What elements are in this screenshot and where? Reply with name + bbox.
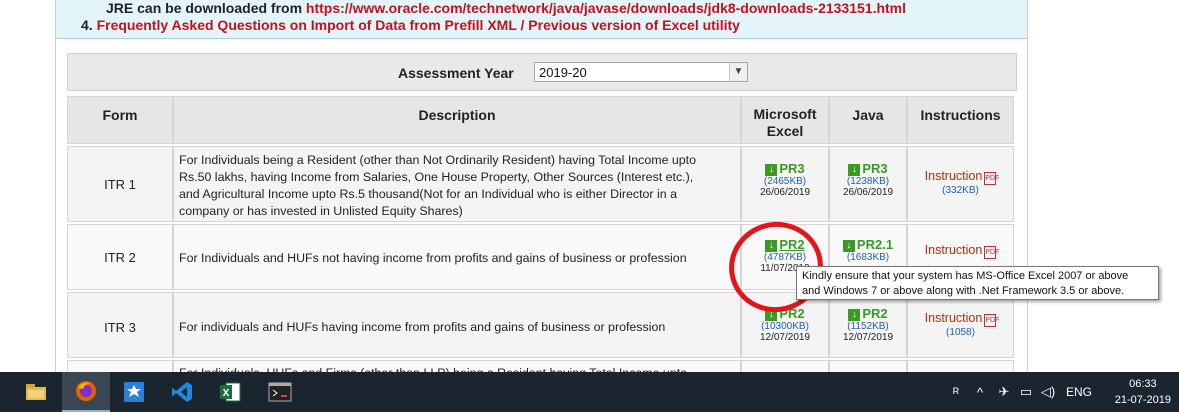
row-itr2-form: ITR 2 xyxy=(67,224,173,290)
itr3-excel-date: 12/07/2019 xyxy=(759,332,811,343)
airplane-icon[interactable]: ✈ xyxy=(993,384,1015,400)
system-tray: ᴿ ^ ✈ ▭ ◁) ENG xyxy=(945,372,1099,412)
row-itr1-instr-cell: Instruction PDF (332KB) xyxy=(907,146,1014,222)
header-instructions: Instructions xyxy=(907,96,1014,144)
command-prompt-icon[interactable] xyxy=(256,372,304,412)
itr1-instruction-link[interactable]: Instruction xyxy=(925,169,983,183)
row-itr3-java-cell: ↓ PR2 (1152KB) 12/07/2019 xyxy=(829,292,907,358)
itr2-java-download[interactable]: ↓ PR2.1 (1683KB) xyxy=(830,237,906,263)
itr1-excel-date: 26/06/2019 xyxy=(759,187,811,198)
jre-download-link[interactable]: https://www.oracle.com/technetwork/java/… xyxy=(306,0,906,16)
header-description: Description xyxy=(173,96,741,144)
tooltip-line1: Kindly ensure that your system has MS-Of… xyxy=(802,270,1129,282)
itr1-excel-size: (2465KB) xyxy=(763,176,807,187)
itr3-instruction-size: (1058) xyxy=(946,327,975,338)
pdf-icon: PDF xyxy=(984,246,999,259)
header-excel-line2: Excel xyxy=(766,123,804,139)
desc-line: company or has invested in Unlisted Equi… xyxy=(179,204,463,218)
header-java: Java xyxy=(829,96,907,144)
desc-line: Rs.50 lakhs, having Income from Salaries… xyxy=(179,170,694,184)
itr3-instruction-link[interactable]: Instruction xyxy=(925,311,983,325)
itr1-java-date: 26/06/2019 xyxy=(842,187,894,198)
header-excel: Microsoft Excel xyxy=(741,96,829,144)
itr3-instruction[interactable]: Instruction PDF (1058) xyxy=(908,311,1013,338)
clock-time: 06:33 xyxy=(1129,378,1157,390)
itr3-java-date: 12/07/2019 xyxy=(842,332,894,343)
assessment-year-panel: Assessment Year 2019-20 ▼ xyxy=(67,53,1017,91)
itr1-java-size: (1238KB) xyxy=(846,176,890,187)
desc-line: For Individuals being a Resident (other … xyxy=(179,153,697,167)
row-itr3-description: For individuals and HUFs having income f… xyxy=(173,292,741,358)
itr2-java-size: (1683KB) xyxy=(846,252,890,263)
download-icon: ↓ xyxy=(842,240,855,252)
row-itr3-form: ITR 3 xyxy=(67,292,173,358)
excel-icon[interactable]: X xyxy=(206,372,254,412)
form-name: ITR 3 xyxy=(104,320,136,335)
itr1-instruction[interactable]: Instruction PDF (332KB) xyxy=(908,169,1013,196)
volume-icon[interactable]: ◁) xyxy=(1037,384,1059,400)
form-name: ITR 2 xyxy=(104,250,136,265)
faq-link[interactable]: Frequently Asked Questions on Import of … xyxy=(97,17,740,33)
header-description-label: Description xyxy=(418,107,496,123)
people-icon[interactable]: ᴿ xyxy=(945,385,967,400)
header-instructions-label: Instructions xyxy=(920,107,1001,123)
jre-text: JRE can be downloaded from xyxy=(106,0,303,16)
chevron-up-icon[interactable]: ^ xyxy=(967,385,993,400)
svg-text:X: X xyxy=(223,388,230,399)
excel-requirement-tooltip: Kindly ensure that your system has MS-Of… xyxy=(796,266,1159,300)
pdf-icon: PDF xyxy=(984,172,999,185)
app-gear-icon[interactable] xyxy=(110,372,158,412)
row-itr1-excel-cell: ↓ PR3 (2465KB) 26/06/2019 xyxy=(741,146,829,222)
itr3-java-size: (1152KB) xyxy=(847,321,889,332)
jre-download-line: JRE can be downloaded from https://www.o… xyxy=(106,0,906,16)
faq-number: 4. xyxy=(81,17,93,33)
main-content: JRE can be downloaded from https://www.o… xyxy=(55,0,1028,380)
faq-line: 4. Frequently Asked Questions on Import … xyxy=(81,17,740,33)
pdf-icon: PDF xyxy=(984,314,999,327)
download-icon: ↓ xyxy=(848,309,861,321)
itr3-excel-size: (10300KB) xyxy=(761,321,809,332)
assessment-year-select[interactable]: 2019-20 ▼ xyxy=(534,62,748,82)
header-excel-line1: Microsoft xyxy=(753,106,817,122)
download-icon: ↓ xyxy=(765,164,778,176)
itr1-java-link[interactable]: PR3 xyxy=(862,161,887,176)
row-itr1-form: ITR 1 xyxy=(67,146,173,222)
chevron-down-icon[interactable]: ▼ xyxy=(729,63,747,81)
header-form: Form xyxy=(67,96,173,144)
row-itr1-description: For Individuals being a Resident (other … xyxy=(173,146,741,222)
clock-date: 21-07-2019 xyxy=(1114,394,1171,406)
form-name: ITR 1 xyxy=(104,177,136,192)
download-icon: ↓ xyxy=(848,164,861,176)
itr1-excel-download[interactable]: ↓ PR3 (2465KB) 26/06/2019 xyxy=(742,161,828,198)
battery-icon[interactable]: ▭ xyxy=(1015,384,1037,400)
itr1-excel-link[interactable]: PR3 xyxy=(779,161,804,176)
taskbar: X ᴿ ^ ✈ ▭ ◁) ENG 06:33 21-07-2019 xyxy=(0,372,1179,412)
visual-studio-code-icon[interactable] xyxy=(158,372,206,412)
assessment-year-label: Assessment Year xyxy=(398,65,514,81)
language-indicator[interactable]: ENG xyxy=(1059,385,1099,399)
itr2-instruction-link[interactable]: Instruction xyxy=(925,243,983,257)
desc-line: For individuals and HUFs having income f… xyxy=(179,320,666,334)
header-java-label: Java xyxy=(852,107,884,123)
row-itr2-description: For Individuals and HUFs not having inco… xyxy=(173,224,741,290)
clock[interactable]: 06:33 21-07-2019 xyxy=(1115,376,1171,408)
itr1-instruction-size: (332KB) xyxy=(942,185,979,196)
itr1-java-download[interactable]: ↓ PR3 (1238KB) 26/06/2019 xyxy=(830,161,906,198)
row-itr3-instr-cell: Instruction PDF (1058) xyxy=(907,292,1014,358)
itr3-java-download[interactable]: ↓ PR2 (1152KB) 12/07/2019 xyxy=(830,306,906,343)
itr3-java-link[interactable]: PR2 xyxy=(862,306,887,321)
info-box: JRE can be downloaded from https://www.o… xyxy=(56,0,1027,39)
firefox-icon[interactable] xyxy=(62,372,110,412)
itr3-excel-download[interactable]: ↓ PR2 (10300KB) 12/07/2019 xyxy=(742,306,828,343)
file-explorer-icon[interactable] xyxy=(12,372,60,412)
desc-line: and Agricultural Income upto Rs.5 thousa… xyxy=(179,187,677,201)
desc-line: For Individuals and HUFs not having inco… xyxy=(179,251,687,265)
header-form-label: Form xyxy=(102,107,138,123)
row-itr1-java-cell: ↓ PR3 (1238KB) 26/06/2019 xyxy=(829,146,907,222)
itr2-instruction[interactable]: Instruction PDF xyxy=(908,243,1013,259)
itr2-java-link[interactable]: PR2.1 xyxy=(857,237,893,252)
assessment-year-value: 2019-20 xyxy=(539,65,587,80)
tooltip-line2: and Windows 7 or above along with .Net F… xyxy=(802,285,1125,297)
